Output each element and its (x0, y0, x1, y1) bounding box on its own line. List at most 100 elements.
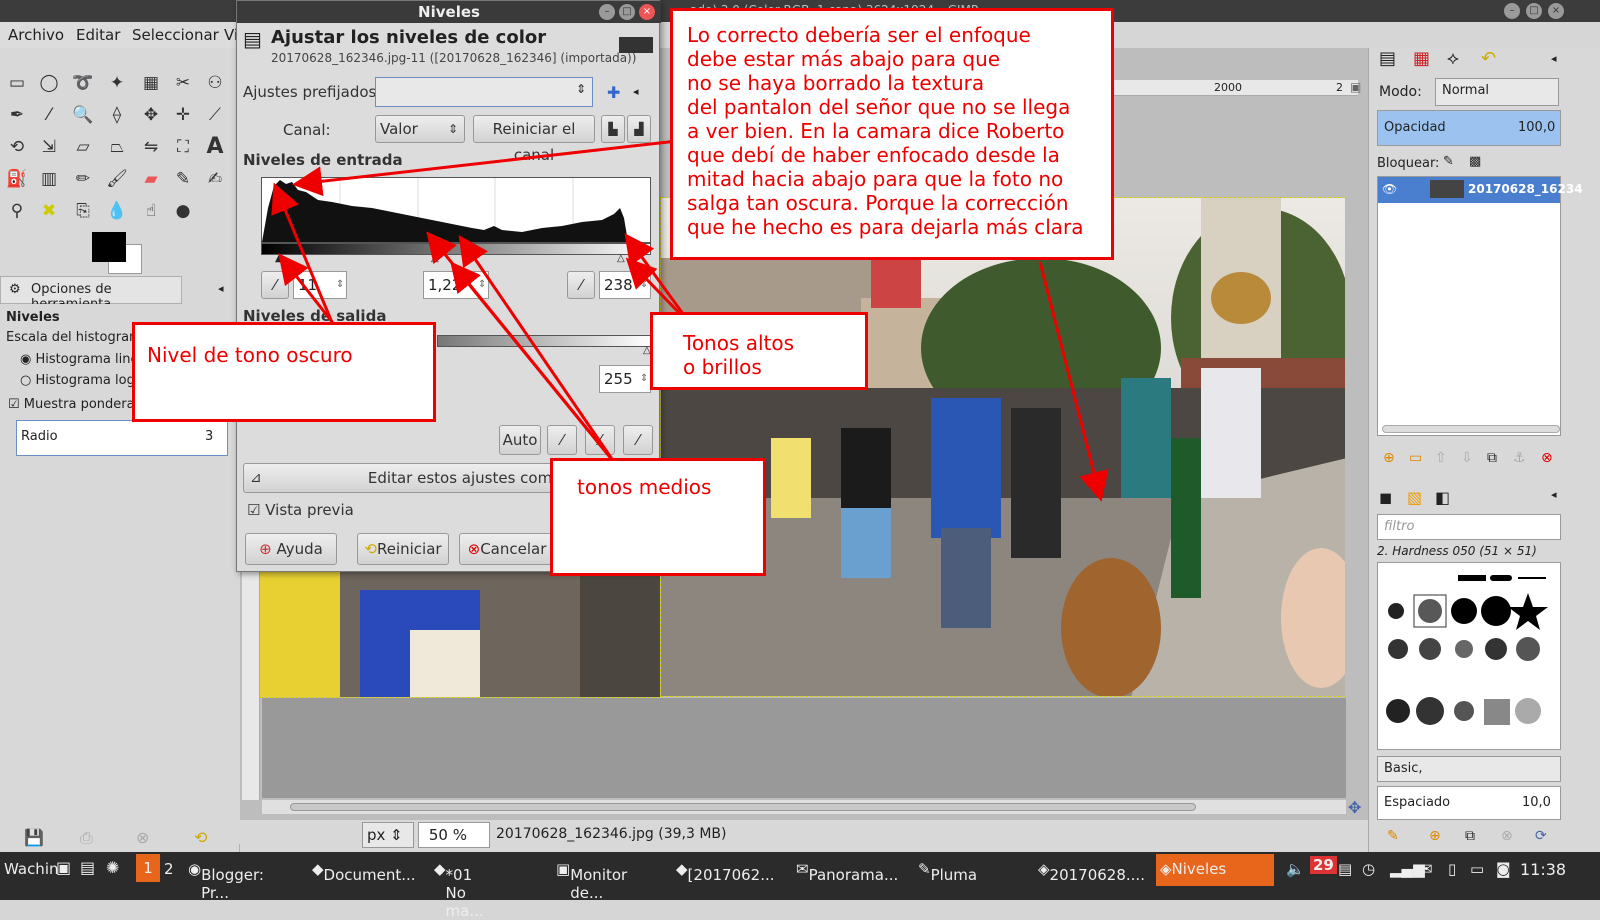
layer-row[interactable]: 👁 20170628_16234 (1378, 177, 1583, 203)
clone-icon[interactable]: ⚲ (4, 198, 30, 224)
workspace-2[interactable]: 2 (164, 860, 174, 878)
menu-seleccionar[interactable]: Seleccionar (132, 26, 219, 44)
paintbrush-icon[interactable]: 🖌 (104, 166, 130, 192)
move-icon[interactable]: ✥ (138, 102, 164, 128)
task-panorama[interactable]: ✉ Panorama... (796, 860, 898, 884)
menu-archivo[interactable]: Archivo (8, 26, 64, 44)
task-no-ma[interactable]: ◆ *01 No ma... (434, 860, 484, 920)
minimize-button[interactable]: – (1504, 3, 1520, 19)
edit-brush-icon[interactable]: ✎ (1387, 828, 1399, 844)
delete-layer-icon[interactable]: ⊗ (1541, 450, 1553, 466)
lasso-icon[interactable]: ➰ (70, 70, 96, 96)
rect-select-icon[interactable]: ▭ (4, 70, 30, 96)
dialog-close-button[interactable]: × (639, 4, 655, 20)
sample-merged-checkbox[interactable]: ☑ Muestra pondera (8, 397, 135, 412)
new-layer-icon[interactable]: ⊕ (1383, 450, 1395, 466)
heal-icon[interactable]: ✖ (36, 198, 62, 224)
output-high-spin[interactable]: 255 ⇕ (599, 365, 651, 393)
input-high-spin[interactable]: 238 ⇕ (599, 271, 651, 299)
opacity-field[interactable]: Opacidad 100,0 (1377, 110, 1561, 146)
raise-layer-icon[interactable]: ⇧ (1435, 450, 1447, 466)
black-picker-icon[interactable]: ⁄ (261, 271, 289, 299)
unit-select[interactable]: px ⇕ (362, 822, 414, 848)
add-preset-icon[interactable]: ✚ (607, 83, 620, 102)
messages-icon[interactable]: ✉ (1420, 860, 1433, 878)
input-low-spin-arrows-icon[interactable]: ⇕ (336, 272, 344, 298)
calendar-day[interactable]: 29 (1310, 856, 1337, 874)
lower-layer-icon[interactable]: ⇩ (1461, 450, 1473, 466)
black-point-slider[interactable]: ▲ (275, 253, 283, 264)
paths-icon[interactable]: ✒ (4, 102, 30, 128)
task-niveles[interactable]: ◈ Niveles (1156, 854, 1274, 886)
cancel-button[interactable]: ⊗Cancelar (459, 533, 555, 565)
app-icon[interactable]: ✺ (106, 858, 119, 877)
new-brush-icon[interactable]: ⊕ (1429, 828, 1441, 844)
tool-options-tab[interactable]: ⚙ Opciones de herramienta (0, 276, 182, 312)
close-button[interactable]: × (1548, 3, 1564, 19)
scissors-icon[interactable]: ✂ (170, 70, 196, 96)
maximize-button[interactable]: □ (1526, 3, 1542, 19)
task-2017062[interactable]: ◆ [2017062... (676, 860, 775, 884)
dock-menu-icon[interactable]: ◂ (1551, 52, 1557, 65)
notes-icon[interactable]: ▤ (1338, 860, 1352, 878)
mode-select[interactable]: Normal (1435, 78, 1559, 106)
radius-field[interactable]: Radio 3 (16, 420, 228, 456)
volume-icon[interactable]: 🔈 (1286, 860, 1305, 878)
bucket-fill-icon[interactable]: ⛽ (4, 166, 30, 192)
pencil-icon[interactable]: ✏ (70, 166, 96, 192)
crop-icon[interactable]: ⟋ (202, 102, 228, 128)
filter-field[interactable]: filtro (1377, 514, 1561, 540)
paths-tab-icon[interactable]: ⟡ (1447, 48, 1459, 69)
presets-combo[interactable]: ⇕ (375, 77, 593, 107)
dialog-minimize-button[interactable]: – (599, 4, 615, 20)
terminal-icon[interactable]: ▣ (56, 858, 71, 877)
pick-gray-icon[interactable]: ⁄ (585, 425, 615, 455)
eye-icon[interactable]: 👁 (1382, 182, 1397, 196)
navigate-icon[interactable]: ✥ (1348, 798, 1361, 817)
rotate-icon[interactable]: ⟲ (4, 134, 30, 160)
input-gamma-spin[interactable]: 1,22 ⇕ (423, 271, 489, 299)
pick-white-icon[interactable]: ⁄ (623, 425, 653, 455)
power-icon[interactable]: ◙ (1496, 860, 1511, 878)
taskbar-user[interactable]: Wachin (4, 860, 59, 878)
foreground-select-icon[interactable]: ⚇ (202, 70, 228, 96)
anchor-layer-icon[interactable]: ⚓ (1513, 450, 1526, 466)
presets-menu-icon[interactable]: ◂ (633, 85, 639, 98)
cage-icon[interactable]: ⛶ (170, 134, 196, 160)
display-icon[interactable]: ▭ (1470, 860, 1484, 878)
log-histogram-icon[interactable]: ▟ (627, 115, 651, 143)
flip-icon[interactable]: ⇋ (138, 134, 164, 160)
files-icon[interactable]: ▤ (80, 858, 95, 877)
gradients-tab-icon[interactable]: ◧ (1435, 488, 1450, 507)
reset-button[interactable]: ⟲Reiniciar (357, 533, 449, 565)
task-document[interactable]: ◆ Document... (312, 860, 416, 884)
layers-tab-icon[interactable]: ▤ (1379, 48, 1396, 69)
zoom-toggle-icon[interactable]: ▣ (1350, 80, 1361, 94)
output-high-spin-arrows-icon[interactable]: ⇕ (640, 366, 648, 392)
white-point-slider[interactable]: △ (617, 253, 625, 264)
horizontal-scrollbar[interactable] (262, 800, 1346, 814)
new-group-icon[interactable]: ▭ (1409, 450, 1422, 466)
fuzzy-select-icon[interactable]: ✦ (104, 70, 130, 96)
tab-menu-icon[interactable]: ◂ (218, 282, 224, 295)
auto-button[interactable]: Auto (499, 425, 541, 455)
linear-histogram-icon[interactable]: ▙ (601, 115, 625, 143)
blur-icon[interactable]: 💧 (104, 198, 130, 224)
perspective-icon[interactable]: ⏢ (104, 134, 130, 160)
preview-checkbox[interactable]: ☑ Vista previa (247, 501, 354, 519)
color-picker-icon[interactable]: ⁄ (36, 102, 62, 128)
restore-options-icon[interactable]: ⎙ (80, 828, 93, 848)
scale-icon[interactable]: ⇲ (36, 134, 62, 160)
smudge-icon[interactable]: ☝ (138, 198, 164, 224)
perspective-clone-icon[interactable]: ⎘ (70, 198, 96, 224)
refresh-brushes-icon[interactable]: ⟳ (1535, 828, 1547, 844)
duplicate-brush-icon[interactable]: ⧉ (1465, 828, 1475, 844)
align-icon[interactable]: ✛ (170, 102, 196, 128)
reset-channel-button[interactable]: Reiniciar el canal (473, 115, 595, 164)
battery-icon[interactable]: ▯ (1448, 860, 1456, 878)
measure-icon[interactable]: ⟠ (104, 102, 130, 128)
zoom-select[interactable]: 50 % (418, 822, 490, 848)
task-blogger[interactable]: ◉ Blogger: Pr... (188, 860, 264, 902)
ink-icon[interactable]: ✍ (202, 166, 228, 192)
save-options-icon[interactable]: 💾 (24, 828, 44, 847)
